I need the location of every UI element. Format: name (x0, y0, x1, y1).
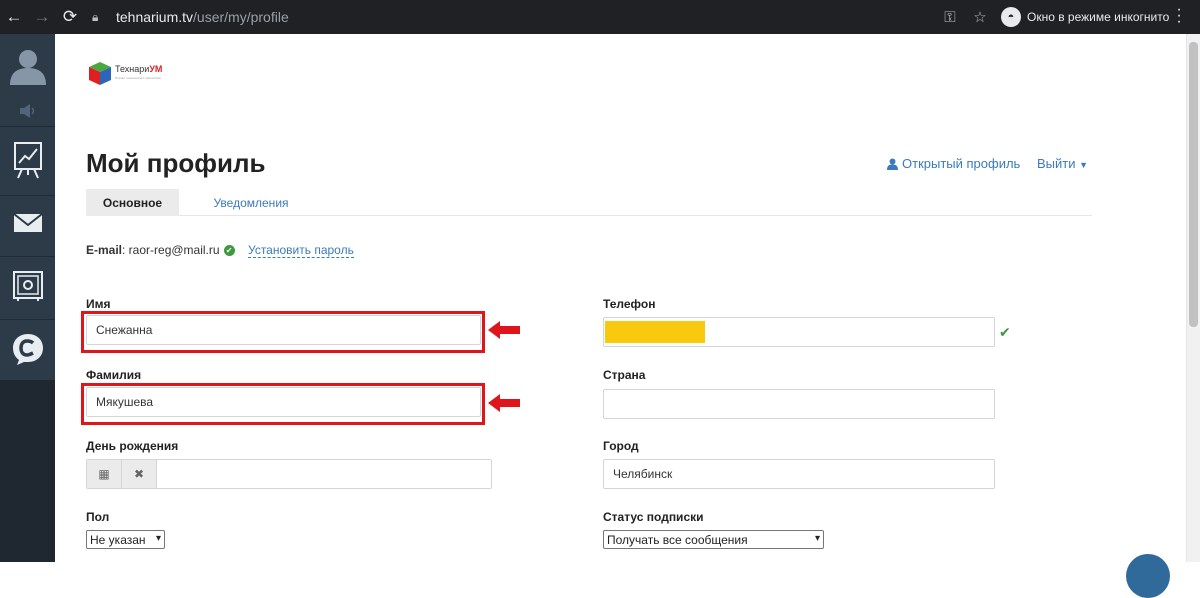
key-icon[interactable]: ⚿ (935, 9, 965, 26)
chat-c-icon[interactable] (0, 326, 55, 372)
url-path: /user/my/profile (193, 9, 289, 25)
chart-board-icon[interactable] (0, 134, 55, 186)
profile-page: ТехнариУМ Портал технического творчества… (55, 34, 1186, 598)
email-verified-icon: ✔ (223, 244, 235, 256)
last-name-label: Фамилия (86, 368, 142, 382)
gender-selected: Не указан (90, 532, 146, 547)
country-input[interactable] (603, 389, 995, 419)
logo-text-accent: УМ (149, 63, 163, 74)
phone-label: Телефон (603, 297, 656, 311)
country-label: Страна (603, 368, 646, 382)
mail-icon[interactable] (0, 202, 55, 244)
email-value: : raor-reg@mail.ru (122, 243, 220, 257)
incognito-icon: ◓ (1001, 7, 1021, 27)
page-scrollbar[interactable] (1186, 34, 1200, 562)
chevron-down-icon: ▾ (814, 533, 820, 544)
subscription-selected: Получать все сообщения (607, 532, 748, 547)
incognito-indicator[interactable]: ◓ Окно в режиме инкогнито (1001, 7, 1169, 27)
gender-select[interactable]: Не указан ▾ (86, 530, 165, 549)
chevron-down-icon: ▾ (155, 533, 161, 544)
url-host: tehnarium.tv (116, 9, 194, 25)
browser-toolbar: ← → ⟳ 🔒︎ tehnarium.tv/user/my/profile ⚿ … (0, 0, 1200, 34)
reload-icon[interactable]: ⟳ (56, 0, 84, 34)
birthday-label: День рождения (86, 439, 179, 453)
logo-text: ТехнариУМ Портал технического творчества (115, 63, 163, 83)
tab-notifications[interactable]: Уведомления (196, 189, 306, 216)
forward-icon[interactable]: → (28, 0, 56, 34)
lock-icon: 🔒︎ (92, 10, 99, 24)
first-name-arrow-icon (488, 321, 520, 339)
phone-redaction (605, 321, 705, 343)
gender-label: Пол (86, 510, 110, 524)
safe-settings-icon[interactable] (0, 264, 55, 308)
phone-verified-icon: ✔ (999, 324, 1011, 340)
city-input[interactable]: Челябинск (603, 459, 995, 489)
incognito-label: Окно в режиме инкогнито (1027, 10, 1170, 24)
user-icon (887, 158, 898, 170)
site-logo[interactable]: ТехнариУМ Портал технического творчества (88, 61, 162, 86)
tab-main[interactable]: Основное (86, 189, 179, 216)
first-name-label: Имя (86, 297, 111, 311)
calendar-icon[interactable]: ▦ (87, 460, 122, 488)
email-row: E-mail : raor-reg@mail.ru ✔ (86, 243, 235, 257)
open-profile-link[interactable]: Открытый профиль (887, 156, 1020, 171)
clear-date-icon[interactable]: ✖ (122, 460, 157, 488)
sidebar-empty-area (0, 380, 55, 562)
profile-tabs: Основное Уведомления (86, 189, 1092, 216)
logout-label: Выйти (1037, 156, 1076, 171)
user-avatar-icon[interactable] (0, 42, 55, 90)
first-name-highlight (81, 311, 485, 353)
city-label: Город (603, 439, 639, 453)
star-icon[interactable]: ☆ (965, 8, 995, 26)
caret-down-icon: ▼ (1079, 160, 1089, 170)
logout-dropdown[interactable]: Выйти ▼ (1037, 156, 1088, 171)
last-name-highlight (81, 383, 485, 425)
scrollbar-thumb[interactable] (1189, 42, 1198, 327)
email-label: E-mail (86, 243, 123, 257)
logo-cube-icon (89, 62, 111, 85)
subscription-select[interactable]: Получать все сообщения ▾ (603, 530, 824, 549)
open-profile-label: Открытый профиль (902, 156, 1021, 171)
left-sidebar (0, 34, 55, 562)
last-name-arrow-icon (488, 394, 520, 412)
logo-tagline: Портал технического творчества (115, 75, 161, 80)
address-bar[interactable]: 🔒︎ tehnarium.tv/user/my/profile (92, 6, 992, 28)
set-password-link[interactable]: Установить пароль (248, 243, 354, 258)
chat-widget-button[interactable] (1126, 554, 1170, 598)
birthday-input[interactable] (157, 460, 491, 488)
logo-text-main: Технари (115, 63, 150, 74)
page-title: Мой профиль (86, 148, 266, 178)
subscription-label: Статус подписки (603, 510, 704, 524)
back-icon[interactable]: ← (0, 0, 28, 34)
birthday-input-group: ▦ ✖ (86, 459, 492, 489)
more-menu-icon[interactable]: · · · (1172, 2, 1186, 30)
speaker-icon[interactable] (0, 100, 55, 122)
